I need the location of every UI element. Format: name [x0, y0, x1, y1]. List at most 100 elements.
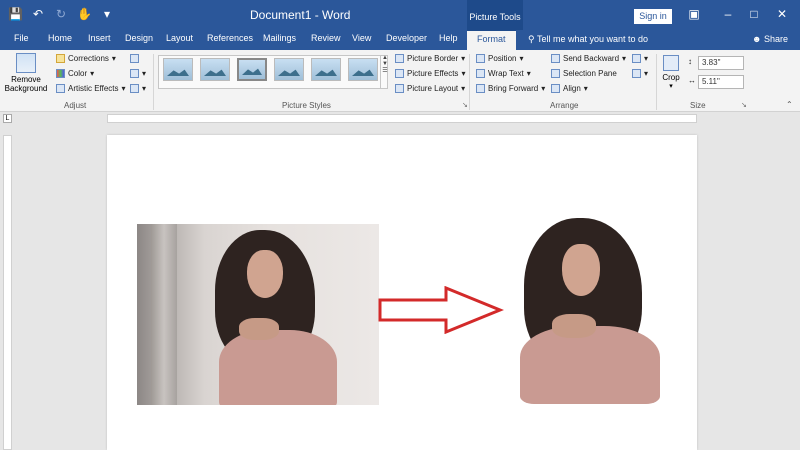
group-separator: [153, 54, 154, 110]
vertical-ruler[interactable]: [3, 135, 12, 450]
picture-style-5[interactable]: [311, 58, 341, 81]
bring-forward-label: Bring Forward: [488, 84, 539, 93]
align-label: Align: [563, 84, 581, 93]
right-arrow-shape[interactable]: [378, 286, 504, 334]
share-label: Share: [764, 34, 789, 44]
touch-mode-icon[interactable]: ✋: [77, 7, 92, 21]
compress-pictures-button[interactable]: [130, 54, 139, 63]
color-icon: [56, 69, 65, 78]
gallery-scroll[interactable]: ▲ ▼ ☰: [380, 55, 389, 89]
tab-design[interactable]: Design: [125, 33, 153, 43]
selection-pane-button[interactable]: Selection Pane: [551, 69, 617, 78]
hand: [552, 314, 596, 338]
dropdown-arrow-icon: ▾: [142, 84, 147, 93]
picture-layout-button[interactable]: Picture Layout ▾: [395, 84, 465, 93]
picture-style-1[interactable]: [163, 58, 193, 81]
bring-forward-button[interactable]: Bring Forward ▾: [476, 84, 545, 93]
tab-references[interactable]: References: [207, 33, 253, 43]
dialog-launcher-icon[interactable]: ↘: [741, 101, 747, 109]
horizontal-ruler[interactable]: [107, 114, 697, 123]
tab-file[interactable]: File: [14, 33, 29, 43]
tab-format[interactable]: Format: [467, 30, 516, 50]
dropdown-arrow-icon: ▾: [461, 54, 466, 63]
wrap-text-button[interactable]: Wrap Text ▾: [476, 69, 531, 78]
quick-access-toolbar: 💾 ↶ ↻ ✋ ▾: [8, 7, 114, 21]
color-button[interactable]: Color ▾: [56, 69, 94, 78]
align-button[interactable]: Align ▾: [551, 84, 588, 93]
wrap-text-icon: [476, 69, 485, 78]
lightbulb-icon: ⚲: [528, 34, 535, 44]
picture-style-2[interactable]: [200, 58, 230, 81]
picture-border-icon: [395, 54, 404, 63]
woman-figure: [177, 230, 367, 405]
sign-in-button[interactable]: Sign in: [634, 9, 672, 24]
face: [247, 250, 283, 298]
picture-border-label: Picture Border: [407, 54, 459, 63]
undo-icon[interactable]: ↶: [31, 7, 45, 21]
change-picture-button[interactable]: ▾: [130, 69, 146, 78]
picture-effects-button[interactable]: Picture Effects ▾: [395, 69, 465, 78]
rotate-icon: [632, 69, 641, 78]
position-icon: [476, 54, 485, 63]
shape-width-icon: ↔: [688, 76, 696, 85]
mountain-icon: [204, 69, 226, 76]
collapse-ribbon-icon[interactable]: ⌃: [786, 100, 793, 109]
ribbon-display-options-icon[interactable]: ▣: [686, 7, 702, 21]
share-button[interactable]: ☻ Share: [752, 34, 788, 44]
customize-qat-icon[interactable]: ▾: [100, 7, 114, 21]
send-backward-icon: [551, 54, 560, 63]
align-icon: [551, 84, 560, 93]
wrap-text-label: Wrap Text: [488, 69, 524, 78]
dialog-launcher-icon[interactable]: ↘: [462, 101, 468, 109]
tab-selector[interactable]: L: [3, 114, 12, 123]
dropdown-arrow-icon: ▾: [519, 54, 524, 63]
corrections-button[interactable]: Corrections ▾: [56, 54, 116, 63]
dress: [520, 326, 660, 404]
maximize-icon[interactable]: □: [746, 7, 762, 21]
shape-width-input[interactable]: 5.11": [698, 75, 744, 89]
corrections-label: Corrections: [68, 54, 109, 63]
picture-style-3[interactable]: [237, 58, 267, 81]
tell-me-search[interactable]: ⚲ Tell me what you want to do: [528, 34, 648, 45]
tab-mailings[interactable]: Mailings: [263, 33, 296, 43]
remove-background-button[interactable]: Remove Background: [4, 53, 48, 93]
dropdown-arrow-icon: ▾: [111, 54, 116, 63]
tab-layout[interactable]: Layout: [166, 33, 193, 43]
tab-insert[interactable]: Insert: [88, 33, 111, 43]
close-icon[interactable]: ✕: [774, 7, 790, 21]
dropdown-arrow-icon: ▾: [90, 69, 95, 78]
minimize-icon[interactable]: –: [720, 7, 736, 21]
tab-review[interactable]: Review: [311, 33, 341, 43]
send-backward-label: Send Backward: [563, 54, 620, 63]
picture-layout-label: Picture Layout: [407, 84, 459, 93]
send-backward-button[interactable]: Send Backward ▾: [551, 54, 626, 63]
group-separator: [656, 54, 657, 110]
tab-developer[interactable]: Developer: [386, 33, 427, 43]
crop-button[interactable]: Crop ▾: [661, 55, 681, 90]
shape-height-input[interactable]: 3.83": [698, 56, 744, 70]
save-icon[interactable]: 💾: [8, 7, 23, 21]
reset-picture-button[interactable]: ▾: [130, 84, 146, 93]
picture-layout-icon: [395, 84, 404, 93]
remove-background-label-1: Remove: [11, 75, 41, 84]
dropdown-arrow-icon: ▾: [461, 69, 466, 78]
group-button[interactable]: ▾: [632, 54, 648, 63]
bring-forward-icon: [476, 84, 485, 93]
tab-home[interactable]: Home: [48, 33, 72, 43]
picture-effects-label: Picture Effects: [407, 69, 459, 78]
dropdown-arrow-icon: ▾: [644, 54, 649, 63]
tab-view[interactable]: View: [352, 33, 371, 43]
tab-help[interactable]: Help: [439, 33, 458, 43]
background-removed-picture[interactable]: [500, 214, 666, 404]
shape-height-icon: ↕: [688, 57, 692, 66]
artistic-effects-button[interactable]: Artistic Effects ▾: [56, 84, 126, 93]
original-picture[interactable]: [137, 224, 379, 405]
redo-icon[interactable]: ↻: [54, 7, 68, 21]
dropdown-arrow-icon: ▾: [526, 69, 531, 78]
picture-border-button[interactable]: Picture Border ▾: [395, 54, 465, 63]
position-button[interactable]: Position ▾: [476, 54, 523, 63]
rotate-button[interactable]: ▾: [632, 69, 648, 78]
picture-style-4[interactable]: [274, 58, 304, 81]
change-picture-icon: [130, 69, 139, 78]
picture-style-6[interactable]: [348, 58, 378, 81]
